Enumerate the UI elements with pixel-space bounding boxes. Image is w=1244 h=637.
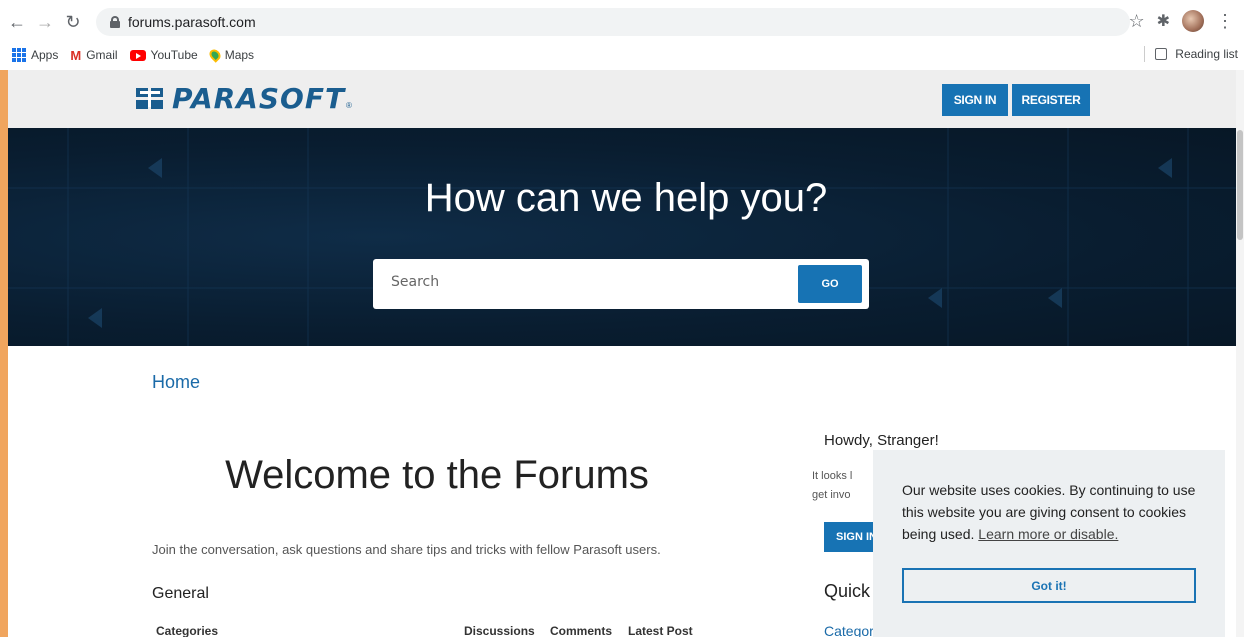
bookmark-label: YouTube (150, 48, 198, 62)
reading-list-button[interactable]: Reading list (1144, 46, 1238, 62)
bookmarks-bar: Apps M Gmail YouTube Maps (0, 44, 1244, 66)
breadcrumb-home[interactable]: Home (152, 372, 200, 393)
sign-in-button[interactable]: SIGN IN (942, 84, 1008, 116)
reload-icon[interactable]: ↻ (62, 11, 84, 33)
search-box: Search GO (373, 259, 869, 309)
site-header: PARASOFT ® SIGN IN REGISTER (8, 70, 1244, 128)
column-header-categories: Categories (156, 624, 219, 637)
logo-wordmark: PARASOFT (172, 82, 346, 115)
hero-banner: How can we help you? Search GO (8, 128, 1244, 346)
scrollbar[interactable] (1236, 70, 1244, 637)
gmail-icon: M (70, 47, 82, 63)
bookmark-gmail[interactable]: M Gmail (70, 48, 117, 63)
url-text: forums.parasoft.com (128, 14, 256, 30)
bookmark-star-icon[interactable]: ☆ (1128, 11, 1144, 32)
cookie-message: Our website uses cookies. By continuing … (902, 479, 1202, 545)
menu-kebab-icon[interactable]: ⋮ (1216, 12, 1234, 30)
bookmark-label: Maps (224, 48, 255, 62)
quick-links-heading: Quick (824, 581, 871, 601)
column-header-comments: Comments (550, 624, 613, 637)
registered-mark: ® (346, 101, 352, 110)
page-title: Welcome to the Forums (225, 453, 649, 497)
reading-list-label: Reading list (1175, 47, 1238, 61)
learn-more-link[interactable]: Learn more or disable. (978, 526, 1118, 542)
bookmark-label: Apps (31, 48, 59, 62)
search-input[interactable]: Search (391, 274, 439, 290)
scrollbar-thumb[interactable] (1237, 130, 1243, 240)
youtube-icon (129, 49, 146, 61)
bookmark-apps[interactable]: Apps (12, 48, 58, 62)
apps-grid-icon (12, 48, 26, 62)
forward-arrow-icon[interactable]: → (34, 11, 56, 33)
profile-avatar[interactable] (1182, 10, 1204, 32)
hero-pattern (8, 128, 1244, 346)
reading-list-icon (1155, 48, 1168, 60)
bookmark-label: Gmail (86, 48, 118, 62)
got-it-button[interactable]: Got it! (902, 568, 1196, 603)
column-header-discussions: Discussions (464, 624, 535, 637)
sidebar-text-line: get invo (812, 489, 851, 501)
sidebar-text: It looks l get invo (812, 467, 852, 505)
parasoft-logo-icon (136, 87, 164, 110)
extensions-puzzle-icon[interactable]: ✱ (1157, 11, 1170, 31)
hero-title: How can we help you? (424, 176, 828, 220)
go-button[interactable]: GO (798, 265, 862, 303)
lock-icon (110, 16, 120, 28)
column-header-latest-post: Latest Post (628, 624, 693, 637)
maps-icon (206, 47, 223, 63)
parasoft-logo[interactable]: PARASOFT ® (136, 82, 352, 115)
divider (1144, 46, 1146, 62)
register-button[interactable]: REGISTER (1012, 84, 1090, 116)
sidebar-greeting: Howdy, Stranger! (824, 432, 939, 449)
intro-text: Join the conversation, ask questions and… (152, 542, 661, 557)
bookmark-maps[interactable]: Maps (206, 47, 255, 63)
bookmark-youtube[interactable]: YouTube (129, 48, 198, 62)
back-arrow-icon[interactable]: ← (6, 11, 28, 33)
section-heading: General (152, 585, 209, 602)
address-bar[interactable]: forums.parasoft.com (96, 8, 1130, 36)
browser-toolbar: ← → ↻ forums.parasoft.com ☆ ✱ ⋮ (0, 0, 1244, 44)
cookie-banner: Our website uses cookies. By continuing … (873, 450, 1225, 637)
sidebar-text-line: It looks l (812, 470, 853, 482)
browser-chrome: ← → ↻ forums.parasoft.com ☆ ✱ ⋮ Apps M G… (0, 0, 1244, 70)
